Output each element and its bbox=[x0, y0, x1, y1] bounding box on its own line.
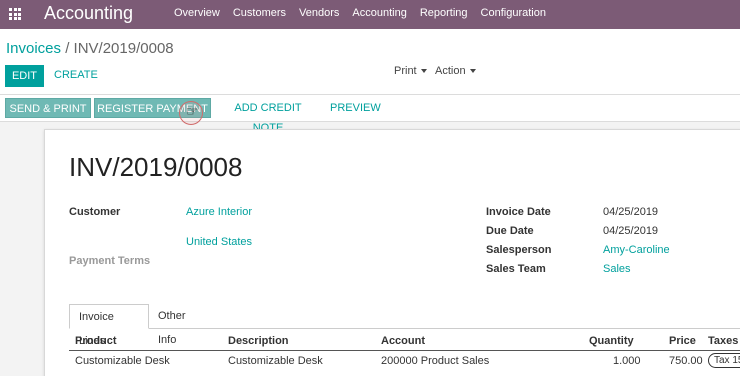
caret-down-icon bbox=[420, 69, 427, 74]
main-menu: Overview Customers Vendors Accounting Re… bbox=[174, 7, 559, 19]
menu-item-configuration[interactable]: Configuration bbox=[481, 7, 546, 19]
menu-item-reporting[interactable]: Reporting bbox=[420, 7, 468, 19]
breadcrumb-current: INV/2019/0008 bbox=[73, 40, 174, 57]
send-print-button[interactable]: SEND & PRINT bbox=[5, 98, 91, 118]
row-account: 200000 Product Sales bbox=[381, 355, 490, 367]
action-dropdown[interactable]: Action bbox=[435, 65, 476, 77]
customer-label: Customer bbox=[69, 206, 121, 218]
due-date-label: Due Date bbox=[486, 225, 534, 237]
customer-link[interactable]: Azure Interior bbox=[186, 206, 252, 218]
table-header-divider bbox=[69, 350, 740, 351]
payment-terms-label: Payment Terms bbox=[69, 255, 151, 267]
column-header-taxes[interactable]: Taxes bbox=[708, 335, 738, 347]
invoice-number-title: INV/2019/0008 bbox=[69, 152, 243, 182]
breadcrumb-separator: / bbox=[61, 40, 74, 57]
print-label: Print bbox=[394, 65, 417, 77]
print-dropdown[interactable]: Print bbox=[394, 65, 427, 77]
row-product: Customizable Desk bbox=[75, 355, 170, 367]
tax-badge: Tax 15% bbox=[708, 353, 740, 368]
column-header-quantity[interactable]: Quantity bbox=[589, 335, 634, 347]
edit-button[interactable]: EDIT bbox=[5, 65, 44, 87]
add-credit-note-button[interactable]: ADD CREDIT NOTE bbox=[220, 98, 316, 134]
tab-invoice-lines[interactable]: Invoice Lines bbox=[69, 304, 149, 347]
hand-pointer-icon: ☞ bbox=[186, 103, 199, 119]
breadcrumb-invoices-link[interactable]: Invoices bbox=[6, 40, 61, 57]
column-header-product[interactable]: Product bbox=[75, 335, 117, 347]
app-title[interactable]: Accounting bbox=[44, 3, 133, 24]
menu-item-customers[interactable]: Customers bbox=[233, 7, 286, 19]
status-bar: SEND & PRINT REGISTER PAYMENT ADD CREDIT… bbox=[0, 95, 740, 134]
create-button[interactable]: CREATE bbox=[54, 69, 98, 81]
invoice-date-value[interactable]: 04/25/2019 bbox=[603, 206, 658, 218]
row-price: 750.00 bbox=[669, 355, 703, 367]
sales-team-link[interactable]: Sales bbox=[603, 263, 631, 275]
column-header-price[interactable]: Price bbox=[669, 335, 696, 347]
sales-team-label: Sales Team bbox=[486, 263, 546, 275]
tab-other-info[interactable]: Other Info bbox=[149, 304, 215, 346]
invoice-date-label: Invoice Date bbox=[486, 206, 551, 218]
menu-item-overview[interactable]: Overview bbox=[174, 7, 220, 19]
invoice-form-sheet: INV/2019/0008 Customer Azure Interior Un… bbox=[44, 129, 740, 376]
top-navbar: Accounting Overview Customers Vendors Ac… bbox=[0, 0, 740, 29]
customer-country: United States bbox=[186, 236, 253, 248]
control-panel: Invoices / INV/2019/0008 EDIT CREATE Pri… bbox=[0, 29, 740, 95]
caret-down-icon bbox=[469, 69, 476, 74]
row-description: Customizable Desk bbox=[228, 355, 323, 367]
preview-button[interactable]: PREVIEW bbox=[330, 98, 381, 118]
column-header-description[interactable]: Description bbox=[228, 335, 289, 347]
action-label: Action bbox=[435, 65, 466, 77]
app-grid-icon[interactable] bbox=[9, 8, 21, 20]
row-quantity: 1.000 bbox=[613, 355, 641, 367]
due-date-value[interactable]: 04/25/2019 bbox=[603, 225, 658, 237]
menu-item-vendors[interactable]: Vendors bbox=[299, 7, 339, 19]
salesperson-label: Salesperson bbox=[486, 244, 552, 256]
salesperson-link[interactable]: Amy-Caroline bbox=[603, 244, 670, 256]
column-header-account[interactable]: Account bbox=[381, 335, 425, 347]
breadcrumb: Invoices / INV/2019/0008 bbox=[6, 40, 174, 57]
menu-item-accounting[interactable]: Accounting bbox=[352, 7, 406, 19]
